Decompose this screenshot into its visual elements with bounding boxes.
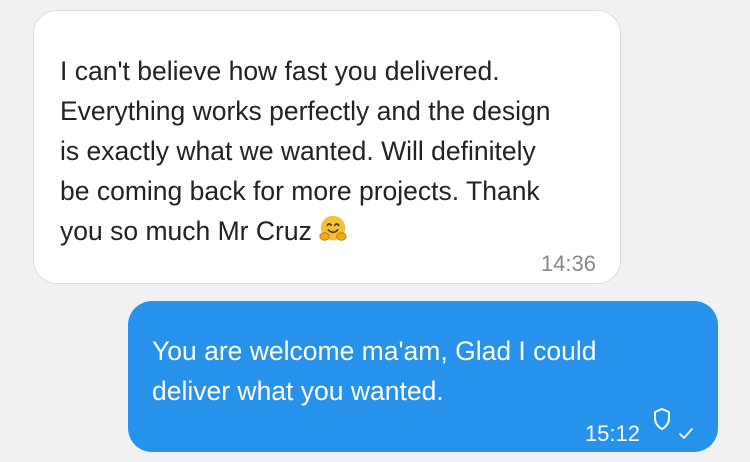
message-timestamp: 15:12 — [584, 421, 640, 446]
message-line: Everything works perfectly and the desig… — [60, 96, 551, 126]
message-line: is exactly what we wanted. Will definite… — [60, 136, 536, 166]
message-line: be coming back for more projects. Thank — [60, 176, 540, 206]
incoming-message-bubble[interactable]: I can't believe how fast you delivered. … — [33, 10, 621, 284]
message-line: deliver what you wanted. — [152, 376, 444, 406]
outgoing-message-bubble[interactable]: You are welcome ma'am, Glad I could deli… — [128, 301, 718, 452]
message-timestamp: 14:36 — [540, 251, 596, 276]
message-meta: 15:12 — [585, 407, 694, 446]
message-text: You are welcome ma'am, Glad I could deli… — [152, 331, 692, 411]
hugging-face-icon — [319, 215, 347, 241]
shield-icon — [654, 408, 670, 430]
message-line: you so much Mr Cruz — [60, 216, 312, 246]
message-line-with-emoji: you so much Mr Cruz — [60, 211, 600, 251]
checkmark-icon — [679, 428, 693, 439]
message-line: I can't believe how fast you delivered. — [60, 56, 500, 86]
message-text: I can't believe how fast you delivered. … — [60, 51, 600, 251]
message-line: You are welcome ma'am, Glad I could — [152, 336, 597, 366]
